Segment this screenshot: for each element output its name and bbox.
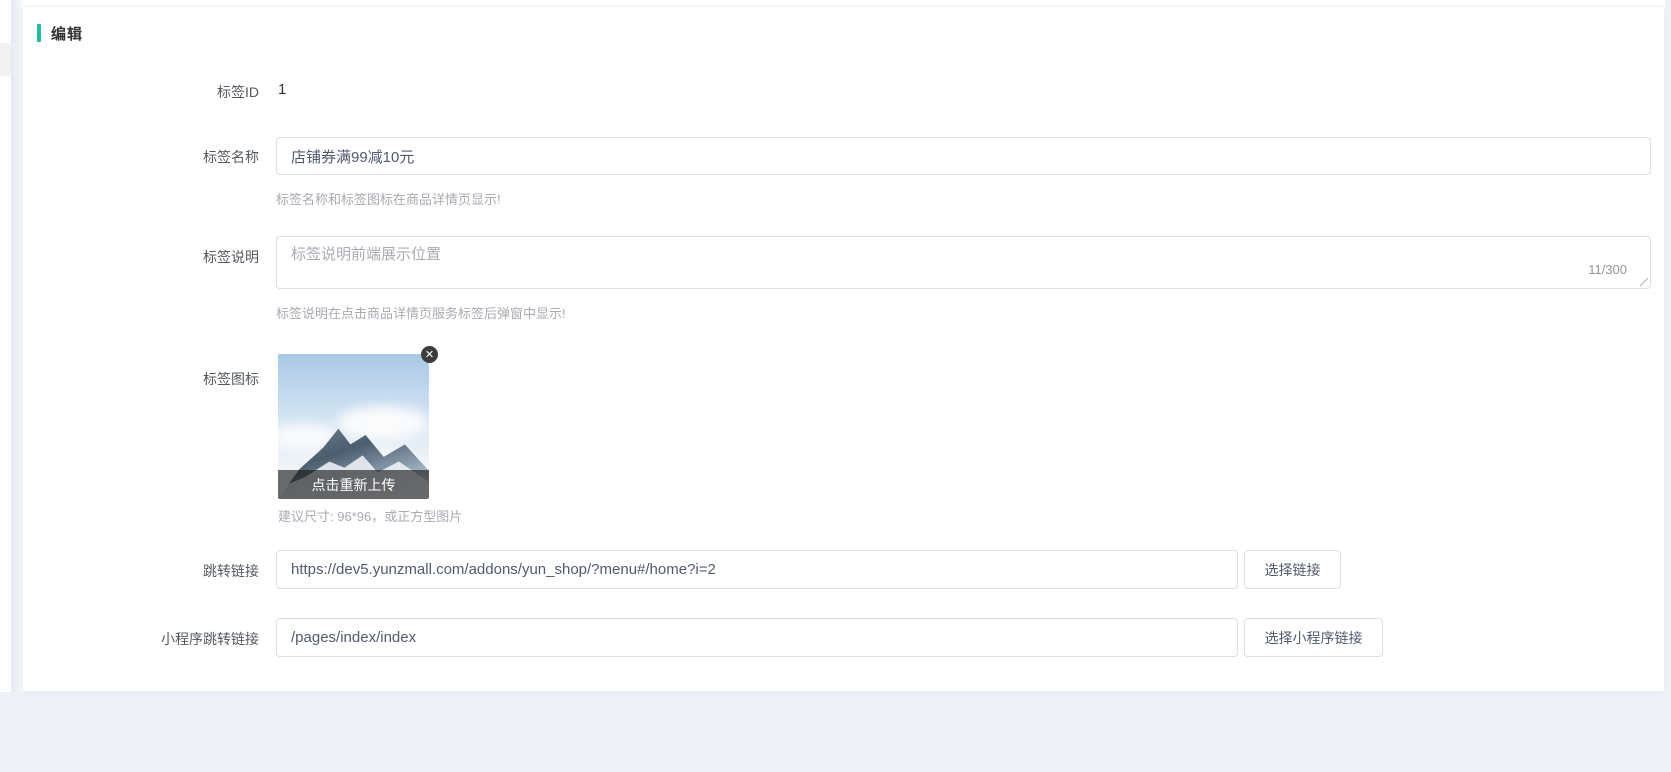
jump-link-label: 跳转链接 [23, 561, 259, 581]
close-icon[interactable]: ✕ [421, 346, 438, 363]
tag-desc-textarea[interactable] [276, 236, 1651, 289]
edit-form-card: 编辑 标签ID 1 标签名称 标签名称和标签图标在商品详情页显示! 标签说明 1… [22, 6, 1665, 692]
left-edge-strip [11, 0, 22, 692]
tag-name-helper: 标签名称和标签图标在商品详情页显示! [276, 189, 501, 208]
tag-desc-helper: 标签说明在点击商品详情页服务标签后弹窗中显示! [276, 303, 566, 322]
left-edge-box [0, 43, 11, 76]
card-header: 编辑 [23, 23, 83, 43]
tag-name-label: 标签名称 [23, 147, 259, 167]
tag-name-input[interactable] [276, 137, 1651, 175]
mini-link-label: 小程序跳转链接 [23, 629, 259, 649]
page-title: 编辑 [51, 23, 83, 44]
tag-icon-label: 标签图标 [23, 369, 259, 389]
tag-id-label: 标签ID [23, 82, 259, 102]
tag-desc-wrap: 11/300 [276, 236, 1651, 289]
accent-bar-icon [37, 24, 41, 42]
mini-link-input[interactable] [276, 618, 1238, 657]
jump-link-input[interactable] [276, 550, 1238, 589]
page-background-bottom [0, 692, 1671, 772]
reupload-label: 点击重新上传 [312, 475, 396, 495]
select-link-button[interactable]: 选择链接 [1244, 550, 1341, 589]
tag-icon-image-preview[interactable]: 点击重新上传 ✕ [278, 354, 429, 499]
tag-icon-helper: 建议尺寸: 96*96，或正方型图片 [278, 506, 462, 525]
char-counter: 11/300 [1588, 262, 1627, 277]
page-background-right [1665, 0, 1671, 692]
tag-id-value: 1 [278, 81, 286, 98]
select-mini-link-button[interactable]: 选择小程序链接 [1244, 618, 1383, 657]
reupload-overlay[interactable]: 点击重新上传 [278, 470, 429, 499]
tag-desc-label: 标签说明 [23, 247, 259, 267]
